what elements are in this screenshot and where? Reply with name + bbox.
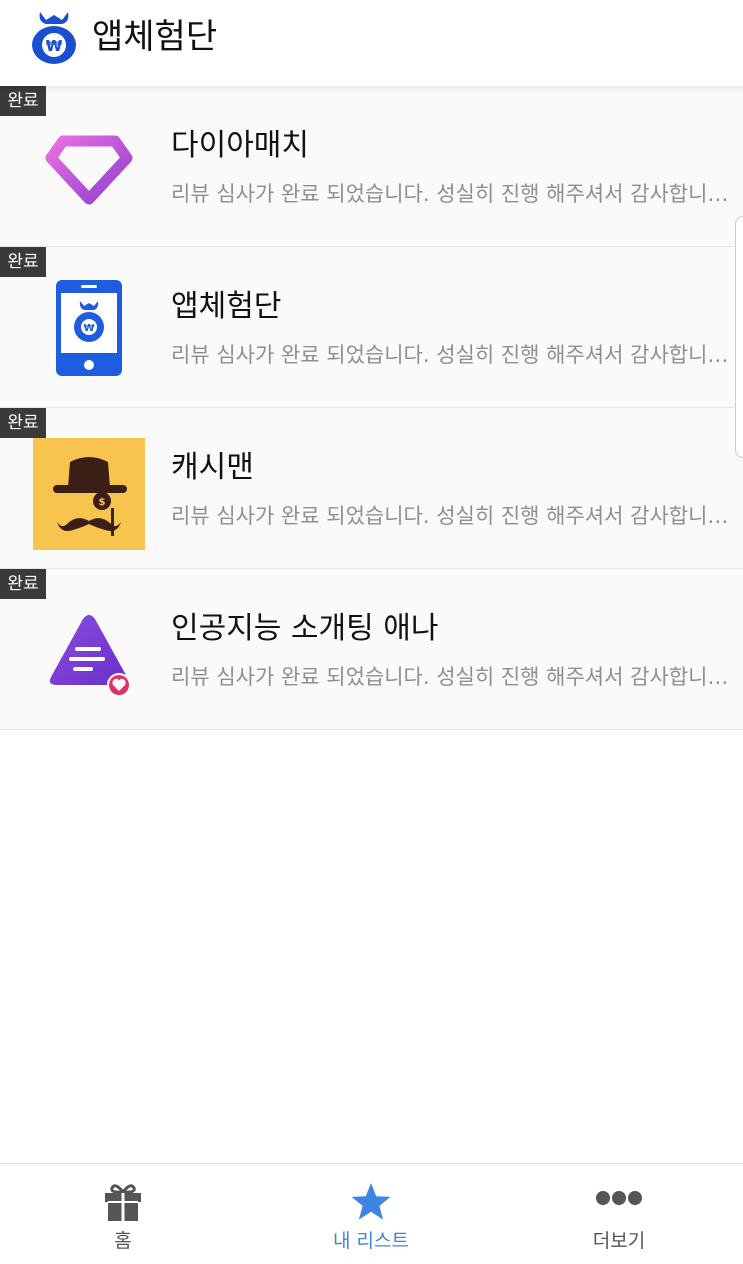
- tab-home-label: 홈: [114, 1230, 132, 1252]
- item-name: 캐시맨: [171, 450, 254, 485]
- item-name: 인공지능 소개팅 애나: [171, 611, 439, 646]
- app-header: ₩ 앱체험단: [0, 0, 743, 86]
- tab-my-list-label: 내 리스트: [333, 1230, 409, 1252]
- status-badge: 완료: [0, 247, 46, 277]
- item-description: 리뷰 심사가 완료 되었습니다. 성실히 진행 해주셔서 감사합니다.: [171, 504, 731, 528]
- list-item[interactable]: 완료 다이아매치 리뷰 심사가 완료 되었습니다. 성실히 진행 해주셔서 감사…: [0, 86, 743, 247]
- scrollbar[interactable]: [735, 216, 743, 458]
- tab-more-label: 더보기: [592, 1230, 646, 1252]
- status-badge: 완료: [0, 408, 46, 438]
- item-name: 앱체험단: [171, 289, 282, 324]
- item-description: 리뷰 심사가 완료 되었습니다. 성실히 진행 해주셔서 감사합니다.: [171, 343, 731, 367]
- item-name: 다이아매치: [171, 128, 309, 163]
- item-description: 리뷰 심사가 완료 되었습니다. 성실히 진행 해주셔서 감사합니다.: [171, 182, 731, 206]
- status-badge: 완료: [0, 569, 46, 599]
- tab-my-list[interactable]: 내 리스트: [271, 1164, 471, 1264]
- list-item[interactable]: 완료 ₩ 앱체험단 리뷰 심사가 완료 되었습니다. 성실히 진행 해주셔서 감…: [0, 247, 743, 408]
- svg-text:$: $: [99, 497, 106, 508]
- gift-icon: [103, 1182, 143, 1226]
- more-dots-icon: [595, 1190, 643, 1210]
- star-icon: [350, 1182, 392, 1226]
- item-description: 리뷰 심사가 완료 되었습니다. 성실히 진행 해주셔서 감사합니다.: [171, 665, 731, 689]
- tab-home[interactable]: 홈: [23, 1164, 223, 1264]
- list-item[interactable]: 완료 인공지능 소개팅 애나 리뷰 심사가 완료 되었습니다. 성실히 진행 해…: [0, 569, 743, 730]
- status-badge: 완료: [0, 86, 46, 116]
- svg-text:₩: ₩: [46, 37, 63, 55]
- cashman-icon: $: [33, 438, 145, 550]
- bottom-tab-bar: 홈 내 리스트 더보기: [0, 1163, 743, 1264]
- chat-heart-icon: [33, 599, 145, 711]
- tab-more[interactable]: 더보기: [519, 1164, 719, 1264]
- app-list: 완료 다이아매치 리뷰 심사가 완료 되었습니다. 성실히 진행 해주셔서 감사…: [0, 86, 743, 730]
- diamond-heart-icon: [33, 116, 145, 228]
- page-title: 앱체험단: [92, 17, 218, 57]
- list-item[interactable]: 완료 $ 캐시맨 리뷰 심사가 완료 되었습니다. 성실히 진행 해주셔서 감사…: [0, 408, 743, 569]
- phone-moneybag-icon: ₩: [33, 277, 145, 389]
- svg-text:₩: ₩: [83, 323, 94, 334]
- money-bag-won-icon: ₩: [30, 8, 78, 64]
